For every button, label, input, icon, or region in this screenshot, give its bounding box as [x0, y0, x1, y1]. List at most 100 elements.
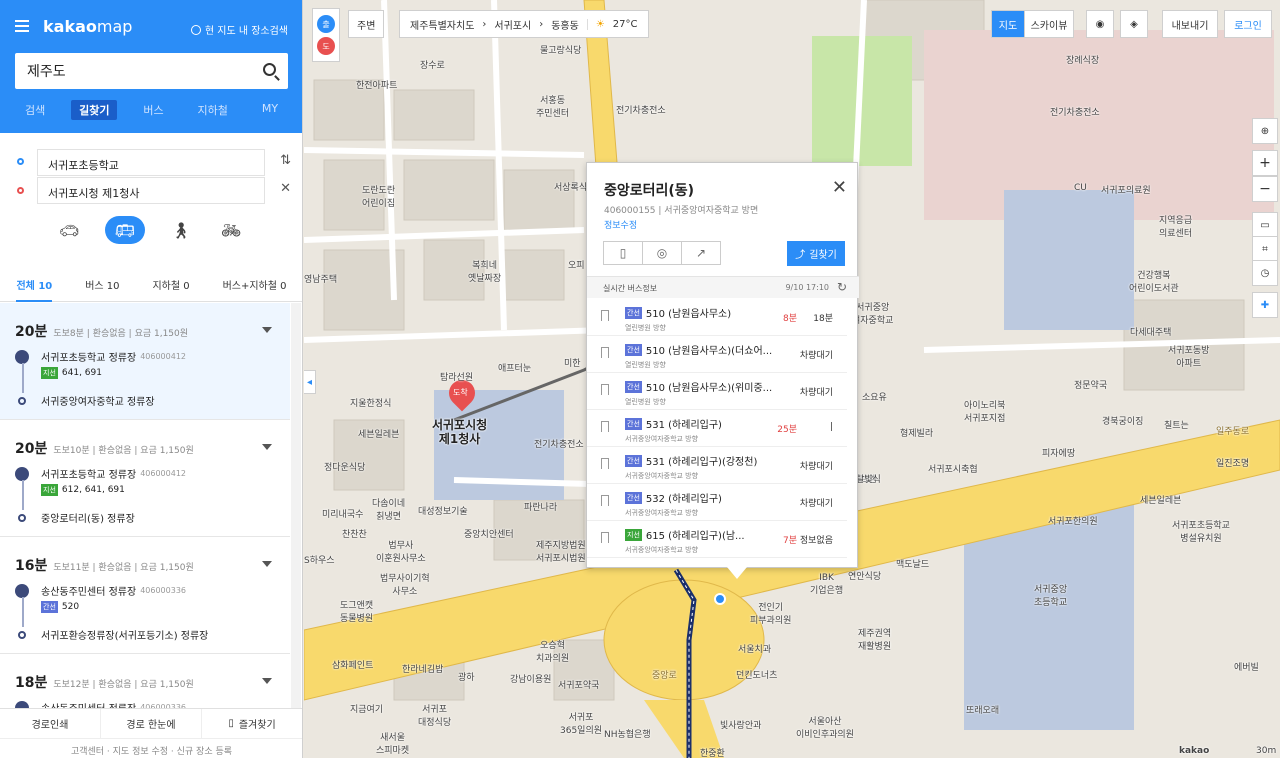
map-label[interactable]: 다세대주택 [1130, 325, 1171, 338]
map-label[interactable]: 도란도란 어린이집 [362, 183, 395, 209]
map-label[interactable]: 미한 [564, 356, 581, 369]
map-label[interactable]: 중앙치안센터 [464, 527, 514, 540]
map-label[interactable]: 도그앤캣 동물병원 [340, 598, 373, 624]
bookmark-icon[interactable] [601, 458, 609, 469]
map-label[interactable]: 물고랑식당 [540, 43, 581, 56]
bookmark-icon[interactable]: ▯ [603, 241, 643, 265]
map-label[interactable]: 법무사이기혁 사무소 [380, 571, 430, 597]
distance-icon[interactable]: ⌗ [1252, 236, 1278, 262]
bookmark-icon[interactable] [601, 310, 609, 321]
bike-icon[interactable]: 🚲︎ [217, 216, 245, 244]
map-label[interactable]: 대성정보기술 [418, 504, 468, 517]
map-label[interactable]: 정문약국 [1074, 378, 1107, 391]
bus-row[interactable]: 간선 531 (하례리입구) 서귀중앙여자중학교 방향 25분 | [587, 410, 847, 447]
tab-bus-subway[interactable]: 버스+지하철 0 [223, 277, 287, 292]
tab-bus[interactable]: 버스 [135, 100, 171, 120]
map-label[interactable]: 에버빌 [1234, 660, 1259, 673]
tab-subway[interactable]: 지하철 [190, 100, 236, 120]
share-icon[interactable]: ↗ [681, 241, 721, 265]
bus-stop-marker-icon[interactable] [714, 593, 726, 605]
map-label[interactable]: 미리내국수 [322, 507, 363, 520]
tab-directions[interactable]: 길찾기 [71, 100, 118, 120]
route-item[interactable]: 18분도보12분 | 환승없음 | 요금 1,150원 송산동주민센터 정류장4… [0, 654, 290, 708]
map-label[interactable]: 세븐일레븐 [1140, 493, 1181, 506]
bus-row[interactable]: 지선 615 (하례리입구)(남... 서귀중앙여자중학교 방향 7분 정보없음 [587, 521, 847, 558]
bus-row[interactable]: 간선 532 (하례리입구) 서귀중앙여자중학교 방향 차량대기 [587, 484, 847, 521]
map-label[interactable]: 건강행복 어린이도서관 [1129, 268, 1179, 294]
map-label[interactable]: 탈빛식 [856, 472, 881, 485]
route-overview-button[interactable]: 경로 한눈에 [101, 709, 202, 738]
logo[interactable]: kakaomap [43, 17, 132, 36]
map-label[interactable]: 연안식당 [848, 569, 881, 582]
menu-icon[interactable] [15, 20, 29, 32]
map-label[interactable]: 아이노리북 서귀포지점 [964, 398, 1005, 424]
map-label[interactable]: 경북궁이징 [1102, 414, 1143, 427]
nearby-button[interactable]: 주변 [348, 10, 385, 38]
bookmark-icon[interactable] [601, 384, 609, 395]
map-label[interactable]: 서귀포한의원 [1048, 514, 1098, 527]
map-label[interactable]: 칠트는 [1164, 418, 1189, 431]
map-label[interactable]: 삼화페인트 [332, 658, 373, 671]
export-button[interactable]: 내보내기 [1162, 10, 1218, 38]
map-label[interactable]: 서귀포 대정식당 [418, 702, 451, 728]
bookmark-icon[interactable] [601, 421, 609, 432]
map-label[interactable]: 지금여기 [350, 702, 383, 715]
map-label[interactable]: 형제빌라 [900, 426, 933, 439]
zoom-in-icon[interactable]: + [1252, 150, 1278, 176]
destination-place-label[interactable]: 서귀포시청 제1청사 [432, 418, 487, 446]
map-label[interactable]: CU [1074, 183, 1087, 193]
car-icon[interactable]: 🚗︎ [55, 216, 83, 244]
add-place-icon[interactable]: ✚ [1252, 292, 1278, 318]
route-item[interactable]: 20분 도보8분 | 환승없음 | 요금 1,150원 서귀포초등학교 정류장 40… [0, 303, 290, 420]
bus-icon[interactable]: 🚌︎ [105, 216, 145, 244]
map-label[interactable]: 서상록식 [554, 180, 587, 193]
map-label[interactable]: 소요유 [862, 390, 887, 403]
map-label[interactable]: 한전아파트 [356, 78, 397, 91]
sidebar-scrollbar[interactable] [291, 303, 301, 708]
map-label[interactable]: 찬찬찬 [342, 527, 367, 540]
bus-row[interactable]: 간선 531 (하례리입구)(강정천) 서귀중앙여자중학교 방향 차량대기 [587, 447, 847, 484]
map-label[interactable]: 새서울 스피마켓 [376, 730, 409, 756]
tab-subway-only[interactable]: 지하철 0 [152, 277, 189, 292]
map-label[interactable]: 서울치과 [738, 642, 771, 655]
tab-all[interactable]: 전체 10 [16, 277, 53, 302]
location-pin-icon[interactable]: ◉ [1086, 10, 1114, 38]
map-label[interactable]: 서귀중앙 여자중학교 [852, 300, 893, 326]
map-label[interactable]: 서귀포 365일의원 [560, 710, 602, 736]
walk-icon[interactable]: 🚶︎ [167, 216, 195, 244]
compass-icon[interactable]: ◷ [1252, 260, 1278, 286]
zoom-out-icon[interactable]: − [1252, 176, 1278, 202]
map-label[interactable]: 서귀포동방 아파트 [1168, 343, 1209, 369]
skyview-button[interactable]: 스카이뷰 [1024, 10, 1074, 38]
my-location-icon[interactable]: ⊕ [1252, 118, 1278, 144]
map-label[interactable]: 서귀포초등학교 병설유치원 [1172, 518, 1230, 544]
map-label[interactable]: 서홍동 주민센터 [536, 93, 569, 119]
map-label[interactable]: 광하 [458, 670, 475, 683]
start-pin-icon[interactable]: 출 [317, 15, 335, 33]
map-label[interactable]: 서귀중앙 초등학교 [1034, 582, 1067, 608]
map-label[interactable]: 지울한정식 [350, 396, 391, 409]
close-icon[interactable]: ✕ [832, 177, 847, 198]
map-label[interactable]: 전기차충전소 [616, 103, 666, 116]
breadcrumb-district[interactable]: 동홍동 [551, 17, 579, 32]
bookmark-icon[interactable] [601, 347, 609, 358]
tab-my[interactable]: MY [254, 100, 286, 120]
directions-button[interactable]: ⤴ 길찾기 [787, 241, 845, 266]
bookmark-icon[interactable] [601, 532, 609, 543]
chevron-down-icon[interactable] [262, 444, 272, 450]
chevron-down-icon[interactable] [262, 561, 272, 567]
bus-row[interactable]: 간선 510 (남원읍사무소)(위미중... 열린병원 방향 차량대기 [587, 373, 847, 410]
map-label[interactable]: 복희네 옛날짜장 [468, 258, 501, 284]
tab-bus-only[interactable]: 버스 10 [85, 277, 119, 292]
swap-icon[interactable]: ⇅ [280, 153, 291, 168]
footer-links[interactable]: 고객센터 · 지도 정보 수정 · 신규 장소 등록 [0, 738, 302, 758]
nearby-search-toggle[interactable]: 현 지도 내 장소검색 [190, 22, 288, 37]
origin-field[interactable]: 서귀포초등학교 [37, 149, 265, 176]
map-label[interactable]: 다솜이네 칡냉면 [372, 496, 405, 522]
map-label[interactable]: 서귀포약국 [558, 678, 599, 691]
chevron-down-icon[interactable] [262, 327, 272, 333]
map-label[interactable]: 정다운식당 [324, 460, 365, 473]
search-icon[interactable] [263, 63, 276, 76]
clear-icon[interactable]: ✕ [280, 181, 291, 196]
map-label[interactable]: 영남주택 [304, 272, 337, 285]
